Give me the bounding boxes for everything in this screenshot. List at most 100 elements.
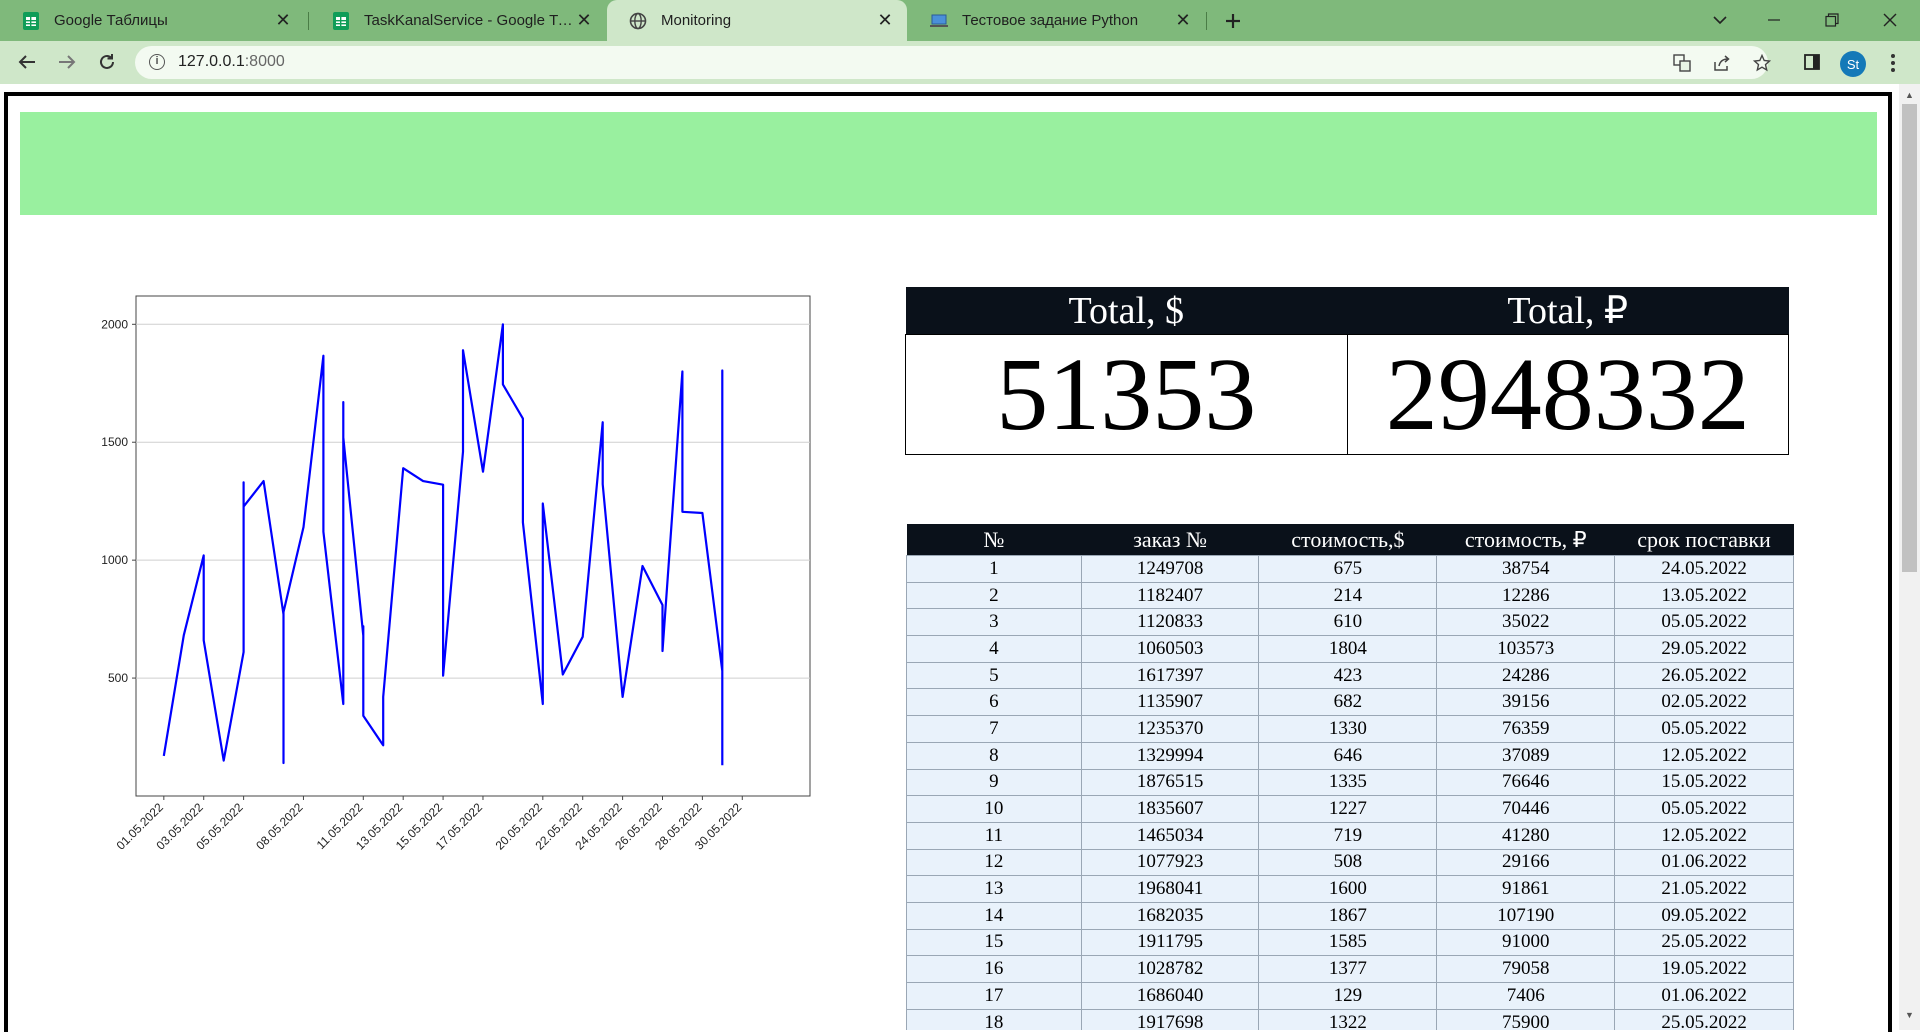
restore-icon xyxy=(1825,13,1839,27)
tab-separator xyxy=(308,12,309,30)
table-cell: 75900 xyxy=(1436,1008,1616,1030)
google-sheets-icon xyxy=(332,11,350,30)
tab-google-sheets[interactable]: Google Таблицы ✕ xyxy=(0,0,305,41)
total-usd-value: 51353 xyxy=(905,334,1348,455)
address-bar[interactable]: i 127.0.0.1:8000 xyxy=(135,46,1771,79)
table-cell: 1917698 xyxy=(1080,1008,1260,1030)
table-row: 15 1911795 1585 91000 25.05.2022 xyxy=(906,928,1794,957)
table-cell: 1804 xyxy=(1258,635,1438,663)
table-row: 1 1249708 675 38754 24.05.2022 xyxy=(906,555,1794,583)
chevron-down-icon xyxy=(1713,15,1727,24)
table-cell: 7406 xyxy=(1436,982,1616,1010)
tab-taskkanalservice[interactable]: TaskKanalService - Google Табли ✕ xyxy=(310,0,606,41)
tab-search-button[interactable] xyxy=(1698,6,1742,34)
header-banner xyxy=(20,112,1877,215)
table-row: 18 1917698 1322 75900 25.05.2022 xyxy=(906,1008,1794,1030)
table-cell: 12 xyxy=(906,848,1082,877)
table-cell: 37089 xyxy=(1436,741,1616,770)
table-cell: 1686040 xyxy=(1080,982,1260,1010)
table-cell: 1235370 xyxy=(1080,715,1260,743)
plus-icon xyxy=(1226,14,1240,28)
table-cell: 1585 xyxy=(1258,928,1438,957)
scroll-down-icon[interactable]: ▼ xyxy=(1899,1010,1920,1024)
table-cell: 41280 xyxy=(1436,821,1616,850)
forward-button[interactable] xyxy=(52,47,82,77)
avatar[interactable]: St xyxy=(1840,51,1866,77)
tab-strip: Google Таблицы ✕ TaskKanalService - Goog… xyxy=(0,0,1920,41)
scrollbar-thumb[interactable] xyxy=(1902,104,1917,572)
table-cell: 8 xyxy=(906,741,1082,770)
table-cell: 1377 xyxy=(1258,955,1438,983)
table-cell: 24286 xyxy=(1436,661,1616,690)
side-panel-icon xyxy=(1804,54,1820,70)
table-cell: 1227 xyxy=(1258,795,1438,823)
bookmark-star-icon[interactable] xyxy=(1752,53,1772,73)
table-row: 3 1120833 610 35022 05.05.2022 xyxy=(906,608,1794,637)
table-cell: 1330 xyxy=(1258,715,1438,743)
table-cell: 1120833 xyxy=(1080,608,1260,637)
table-row: 16 1028782 1377 79058 19.05.2022 xyxy=(906,955,1794,983)
table-cell: 1617397 xyxy=(1080,661,1260,690)
close-icon[interactable]: ✕ xyxy=(574,10,594,31)
side-panel-button[interactable] xyxy=(1797,47,1827,77)
minimize-button[interactable] xyxy=(1752,6,1796,34)
close-window-button[interactable] xyxy=(1868,6,1912,34)
info-icon[interactable]: i xyxy=(149,54,165,70)
table-cell: 10 xyxy=(906,795,1082,823)
table-cell: 1329994 xyxy=(1080,741,1260,770)
close-icon[interactable]: ✕ xyxy=(1173,10,1193,31)
table-row: 12 1077923 508 29166 01.06.2022 xyxy=(906,848,1794,877)
scrollbar[interactable]: ▲ ▼ xyxy=(1899,84,1920,1030)
table-cell: 17 xyxy=(906,982,1082,1010)
translate-icon[interactable] xyxy=(1672,53,1692,73)
table-cell: 12.05.2022 xyxy=(1614,821,1794,850)
table-cell: 01.06.2022 xyxy=(1614,982,1794,1010)
table-cell: 1911795 xyxy=(1080,928,1260,957)
total-rub-label: Total, ₽ xyxy=(1347,287,1789,335)
table-cell: 19.05.2022 xyxy=(1614,955,1794,983)
table-cell: 91000 xyxy=(1436,928,1616,957)
table-cell: 1322 xyxy=(1258,1008,1438,1030)
table-cell: 1182407 xyxy=(1080,581,1260,610)
menu-icon[interactable] xyxy=(1885,49,1901,77)
arrow-right-icon xyxy=(59,55,76,69)
table-cell: 14 xyxy=(906,901,1082,930)
table-cell: 4 xyxy=(906,635,1082,663)
new-tab-button[interactable] xyxy=(1220,8,1246,34)
close-icon[interactable]: ✕ xyxy=(273,10,293,31)
table-cell: 1028782 xyxy=(1080,955,1260,983)
table-cell: 3 xyxy=(906,608,1082,637)
tab-title: Google Таблицы xyxy=(54,12,168,29)
tab-monitoring[interactable]: Monitoring ✕ xyxy=(607,0,907,41)
scroll-up-icon[interactable]: ▲ xyxy=(1899,90,1920,104)
table-cell: 1876515 xyxy=(1080,768,1260,797)
table-cell: 38754 xyxy=(1436,555,1616,583)
table-cell: 25.05.2022 xyxy=(1614,928,1794,957)
restore-button[interactable] xyxy=(1810,6,1854,34)
back-button[interactable] xyxy=(12,47,42,77)
table-row: 6 1135907 682 39156 02.05.2022 xyxy=(906,688,1794,717)
reload-button[interactable] xyxy=(92,47,122,77)
totals-table: Total, $ Total, ₽ 51353 2948332 xyxy=(905,287,1789,455)
table-cell: 29.05.2022 xyxy=(1614,635,1794,663)
reload-icon xyxy=(100,54,114,69)
table-cell: 18 xyxy=(906,1008,1082,1030)
tab-title: Тестовое задание Python xyxy=(962,12,1139,29)
share-icon[interactable] xyxy=(1712,53,1732,73)
close-icon[interactable]: ✕ xyxy=(875,10,895,31)
x-tick-label: 08.05.2022 xyxy=(253,800,306,853)
table-cell: 103573 xyxy=(1436,635,1616,663)
table-cell: 7 xyxy=(906,715,1082,743)
table-cell: 214 xyxy=(1258,581,1438,610)
table-cell: 646 xyxy=(1258,741,1438,770)
orders-header-row: № заказ № стоимость,$ стоимость, ₽ срок пост… xyxy=(906,524,1794,556)
table-cell: 05.05.2022 xyxy=(1614,715,1794,743)
table-cell: 107190 xyxy=(1436,901,1616,930)
table-cell: 12286 xyxy=(1436,581,1616,610)
table-cell: 9 xyxy=(906,768,1082,797)
table-cell: 6 xyxy=(906,688,1082,717)
laptop-icon xyxy=(930,12,948,30)
table-cell: 610 xyxy=(1258,608,1438,637)
tab-test-task-python[interactable]: Тестовое задание Python ✕ xyxy=(908,0,1205,41)
orders-table-container[interactable]: № заказ № стоимость,$ стоимость, ₽ срок пост… xyxy=(906,524,1794,1030)
